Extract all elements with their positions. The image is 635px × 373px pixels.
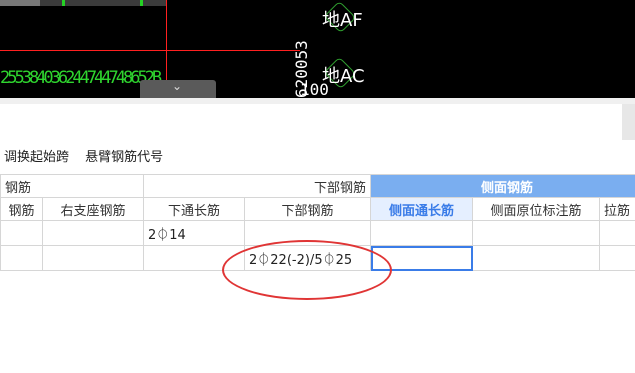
grid-cell[interactable] [599, 220, 635, 246]
grid-cell[interactable] [244, 220, 372, 246]
grid-cell[interactable] [41, 220, 145, 246]
grid-cell[interactable]: 2⏀14 [143, 220, 246, 246]
column-header[interactable]: 拉筋 [599, 197, 635, 221]
group-header-bottom-rebar: 下部钢筋 [143, 174, 372, 198]
grid-toolbar: 调换起始跨 悬臂钢筋代号 [0, 146, 175, 168]
grid-cell[interactable] [472, 245, 601, 271]
axis-label-af: 地AF [322, 10, 363, 31]
canvas-dash [0, 0, 40, 6]
axis-label-ac: 地AC [322, 66, 365, 87]
column-header[interactable]: 钢筋 [0, 197, 43, 221]
rebar-input-grid: 钢筋 下部钢筋 侧面钢筋 钢筋 右支座钢筋 下通长筋 下部钢筋 侧面通长筋 侧面… [0, 174, 635, 271]
group-header-side-rebar[interactable]: 侧面钢筋 [370, 174, 635, 198]
table-row: 2⏀14 [0, 220, 635, 246]
collapse-panel-tab[interactable]: ⌄ [140, 79, 216, 98]
swap-start-span-button[interactable]: 调换起始跨 [4, 146, 69, 165]
column-header[interactable]: 侧面原位标注筋 [472, 197, 601, 221]
column-header-selected[interactable]: 侧面通长筋 [370, 197, 474, 221]
canvas-tick [140, 0, 143, 6]
grid-cell[interactable] [0, 245, 43, 271]
grid-cell[interactable] [599, 245, 635, 271]
grid-cell[interactable] [370, 220, 474, 246]
grid-cell[interactable] [41, 245, 145, 271]
panel-splitter[interactable] [0, 98, 635, 104]
column-header[interactable]: 下部钢筋 [244, 197, 372, 221]
chevron-down-icon: ⌄ [172, 79, 183, 93]
grid-cell-active[interactable] [370, 245, 474, 271]
group-header-rebar: 钢筋 [0, 174, 145, 198]
column-header[interactable]: 右支座钢筋 [41, 197, 145, 221]
column-header[interactable]: 下通长筋 [143, 197, 246, 221]
grid-cell[interactable]: 2⏀22(-2)/5⏀25 [244, 245, 372, 271]
grid-cell[interactable] [0, 220, 43, 246]
cad-canvas[interactable]: 620053 100 地AF 地AC 255384036244744748652… [0, 0, 635, 98]
grid-line-horizontal [0, 50, 300, 51]
side-scroll-handle[interactable] [622, 104, 635, 140]
table-row: 2⏀22(-2)/5⏀25 [0, 245, 635, 271]
canvas-tick [62, 0, 65, 6]
cantilever-rebar-code-button[interactable]: 悬臂钢筋代号 [85, 146, 163, 165]
grid-cell[interactable] [143, 245, 246, 271]
grid-cell[interactable] [472, 220, 601, 246]
